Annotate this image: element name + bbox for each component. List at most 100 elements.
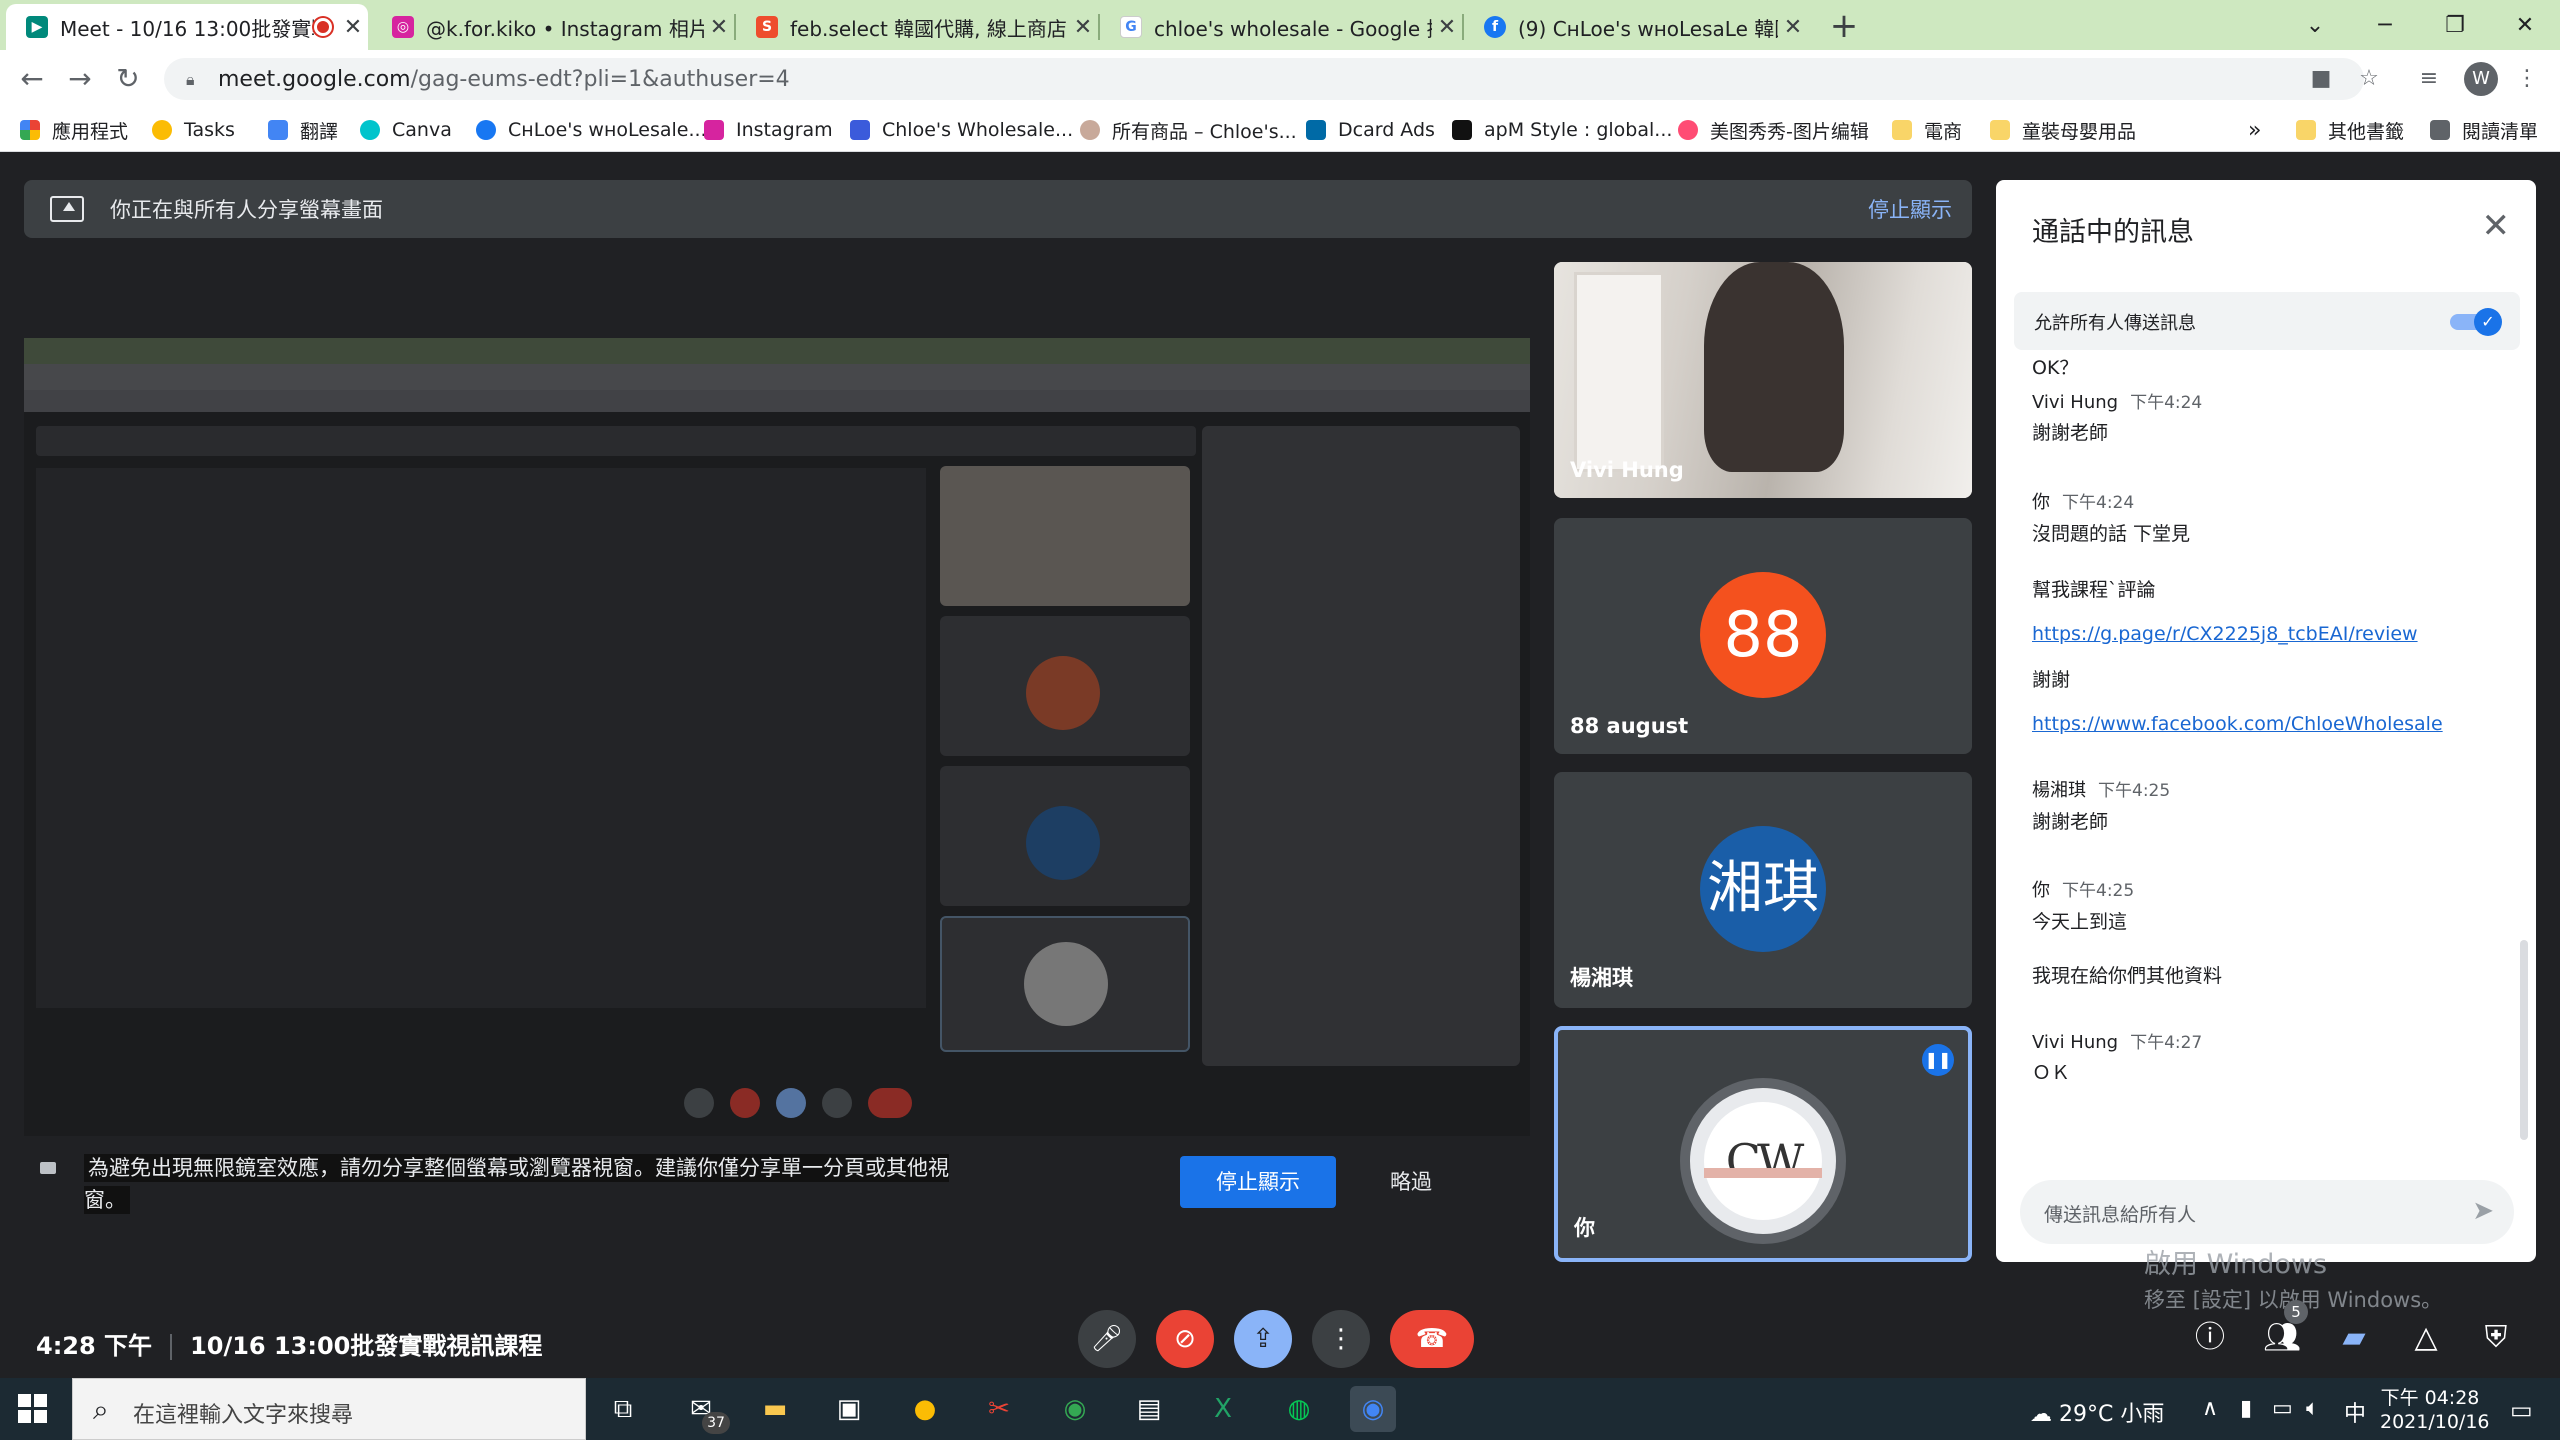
allow-messages-toggle[interactable]: ✓ <box>2450 308 2502 336</box>
bookmark-apps[interactable]: 應用程式 <box>20 108 128 152</box>
participant-tile[interactable]: 湘琪 楊湘琪 <box>1554 772 1972 1008</box>
leave-call-button[interactable]: ☎︎ <box>1390 1310 1474 1368</box>
tab-shopee[interactable]: S feb.select 韓國代購, 線上商店 | 蝦 ✕ <box>736 4 1098 50</box>
bookmark-all-products[interactable]: 所有商品 – Chloe's... <box>1080 108 1297 152</box>
chrome-icon[interactable]: ◉ <box>1052 1386 1098 1432</box>
participant-tile-self[interactable]: CW ❚❚ 你 <box>1554 1026 1972 1262</box>
url-path: /gag-eums-edt?pli=1&authuser=4 <box>410 66 790 92</box>
reload-icon[interactable]: ↻ <box>110 61 146 97</box>
other-bookmarks[interactable]: 其他書籤 <box>2296 108 2404 152</box>
network-icon[interactable]: ▭ <box>2272 1396 2293 1421</box>
tab-meet[interactable]: ▶ Meet - 10/16 13:00批發實戰 ✕ <box>6 4 368 50</box>
preview-control <box>684 1088 714 1118</box>
bookmark-site-icon <box>1080 120 1100 140</box>
bookmark-label: CʜLoe's wʜoLesale... <box>508 119 707 141</box>
restore-icon[interactable]: ❐ <box>2420 13 2490 38</box>
avatar[interactable]: W <box>2464 62 2498 96</box>
message-list: OK？ Vivi Hung 下午4:24 謝謝老師 你下午4:24 沒問題的話 下… <box>1996 356 2536 1156</box>
bookmark-folder-ecommerce[interactable]: 電商 <box>1892 108 1962 152</box>
lock-icon[interactable]: 🔒︎ <box>186 70 204 89</box>
microphone-button[interactable]: 🎤︎ <box>1078 1310 1136 1368</box>
tab-google[interactable]: G chloe's wholesale - Google 搜尋 ✕ <box>1100 4 1462 50</box>
file-explorer-icon[interactable]: ▬ <box>752 1386 798 1432</box>
instagram-icon: ◎ <box>392 16 414 38</box>
meitu-icon <box>1678 120 1698 140</box>
bookmark-folder-kids[interactable]: 童裝母嬰用品 <box>1990 108 2136 152</box>
facebook-icon <box>476 120 496 140</box>
close-icon[interactable]: ✕ <box>1432 15 1462 40</box>
participant-tile[interactable]: 88 88 august <box>1554 518 1972 754</box>
send-icon[interactable]: ➤ <box>2472 1196 2494 1226</box>
tab-search-icon[interactable]: ⌄ <box>2280 13 2350 38</box>
windows-start-icon[interactable] <box>18 1394 48 1424</box>
activities-icon[interactable]: △ <box>2404 1316 2448 1360</box>
volume-icon[interactable]: 🔈︎ <box>2306 1396 2319 1421</box>
taskbar-search-input[interactable]: ⌕ 在這裡輸入文字來搜尋 <box>72 1378 586 1440</box>
close-icon[interactable]: ✕ <box>2482 206 2511 246</box>
menu-icon[interactable]: ⋮ <box>2512 64 2542 94</box>
notification-icon[interactable]: ▭ <box>2510 1396 2533 1424</box>
bookmark-translate[interactable]: 翻譯 <box>268 108 338 152</box>
bookmark-apm[interactable]: apM Style : global... <box>1452 108 1672 152</box>
tab-facebook[interactable]: f (9) CʜLoe's wʜoLesaLe 韓國代購 ✕ <box>1464 4 1808 50</box>
url-host: meet.google.com <box>218 66 411 92</box>
line-icon[interactable]: ◍ <box>1276 1386 1322 1432</box>
media-control-icon[interactable]: ≡ <box>2414 64 2444 94</box>
close-icon[interactable]: ✕ <box>1778 15 1808 40</box>
folder-icon <box>1990 120 2010 140</box>
app-icon[interactable]: ▣ <box>826 1386 872 1432</box>
stop-presenting-link[interactable]: 停止顯示 <box>1868 194 1952 224</box>
task-view-icon[interactable]: ⧉ <box>600 1386 646 1432</box>
address-bar[interactable]: 🔒︎ meet.google.com/gag-eums-edt?pli=1&au… <box>164 58 2364 100</box>
forward-icon[interactable]: → <box>62 61 98 97</box>
chrome-profile-icon[interactable]: ◉ <box>1350 1386 1396 1432</box>
files-icon[interactable]: ▤ <box>1126 1386 1172 1432</box>
tab-instagram[interactable]: ◎ @k.for.kiko • Instagram 相片與影 ✕ <box>372 4 734 50</box>
minimize-icon[interactable]: ─ <box>2350 13 2420 38</box>
meeting-name: 10/16 13:00批發實戰視訊課程 <box>190 1332 543 1360</box>
message-sender: 你 <box>2032 492 2050 513</box>
logo-mark: CW <box>1704 1102 1822 1220</box>
bookmark-canva[interactable]: Canva <box>360 108 452 152</box>
dismiss-button[interactable]: 略過 <box>1356 1156 1466 1208</box>
host-controls-icon[interactable]: ⛨ <box>2474 1316 2518 1360</box>
new-tab-button[interactable]: + <box>1824 6 1864 46</box>
chat-scrollbar[interactable] <box>2520 940 2528 1140</box>
taskbar-clock[interactable]: 下午 04:28 2021/10/16 <box>2380 1386 2490 1434</box>
bookmark-dcard[interactable]: Dcard Ads <box>1306 108 1435 152</box>
excel-icon[interactable]: X <box>1200 1386 1246 1432</box>
bookmark-meitu[interactable]: 美图秀秀-图片编辑 <box>1678 108 1869 152</box>
info-icon[interactable]: ⓘ <box>2188 1316 2232 1360</box>
bookmark-tasks[interactable]: Tasks <box>152 108 235 152</box>
message-link[interactable]: https://www.facebook.com/ChloeWholesale <box>2032 713 2443 735</box>
snipping-tool-icon[interactable]: ✂ <box>976 1386 1022 1432</box>
tasks-app-icon[interactable]: ● <box>902 1386 948 1432</box>
microphone-tray-icon[interactable]: ▮ <box>2240 1396 2252 1421</box>
bookmark-chloe-facebook[interactable]: CʜLoe's wʜoLesale... <box>476 108 707 152</box>
close-icon[interactable]: ✕ <box>1068 15 1098 40</box>
close-icon[interactable]: ✕ <box>338 15 368 40</box>
weather[interactable]: ☁︎ 29°C 小雨 <box>2030 1396 2164 1428</box>
close-window-icon[interactable]: ✕ <box>2490 13 2560 38</box>
search-placeholder: 在這裡輸入文字來搜尋 <box>133 1403 354 1428</box>
more-options-button[interactable]: ⋮ <box>1312 1310 1370 1368</box>
message-link[interactable]: https://g.page/r/CX2225j8_tcbEAI/review <box>2032 623 2418 645</box>
bookmarks-overflow-button[interactable]: » <box>2248 108 2261 152</box>
reading-list[interactable]: 閱讀清單 <box>2430 108 2538 152</box>
bookmark-instagram[interactable]: Instagram <box>704 108 833 152</box>
present-button[interactable]: ⇪ <box>1234 1310 1292 1368</box>
chat-icon[interactable]: ▰ <box>2332 1316 2376 1360</box>
camera-icon[interactable]: ■ <box>2306 64 2336 94</box>
avatar: 88 <box>1700 572 1826 698</box>
chevron-up-icon[interactable]: ∧ <box>2202 1396 2218 1421</box>
bookmark-chloe-wholesale[interactable]: Chloe's Wholesale... <box>850 108 1073 152</box>
preview-address-bar <box>24 364 1530 390</box>
back-icon[interactable]: ← <box>14 61 50 97</box>
participant-tile[interactable]: Vivi Hung <box>1554 262 1972 498</box>
close-icon[interactable]: ✕ <box>704 15 734 40</box>
camera-off-button[interactable]: ⊘ <box>1156 1310 1214 1368</box>
ime-indicator[interactable]: 中 <box>2344 1396 2366 1428</box>
chat-input[interactable]: 傳送訊息給所有人 ➤ <box>2020 1180 2514 1244</box>
stop-presenting-button[interactable]: 停止顯示 <box>1180 1156 1336 1208</box>
star-icon[interactable]: ☆ <box>2354 64 2384 94</box>
